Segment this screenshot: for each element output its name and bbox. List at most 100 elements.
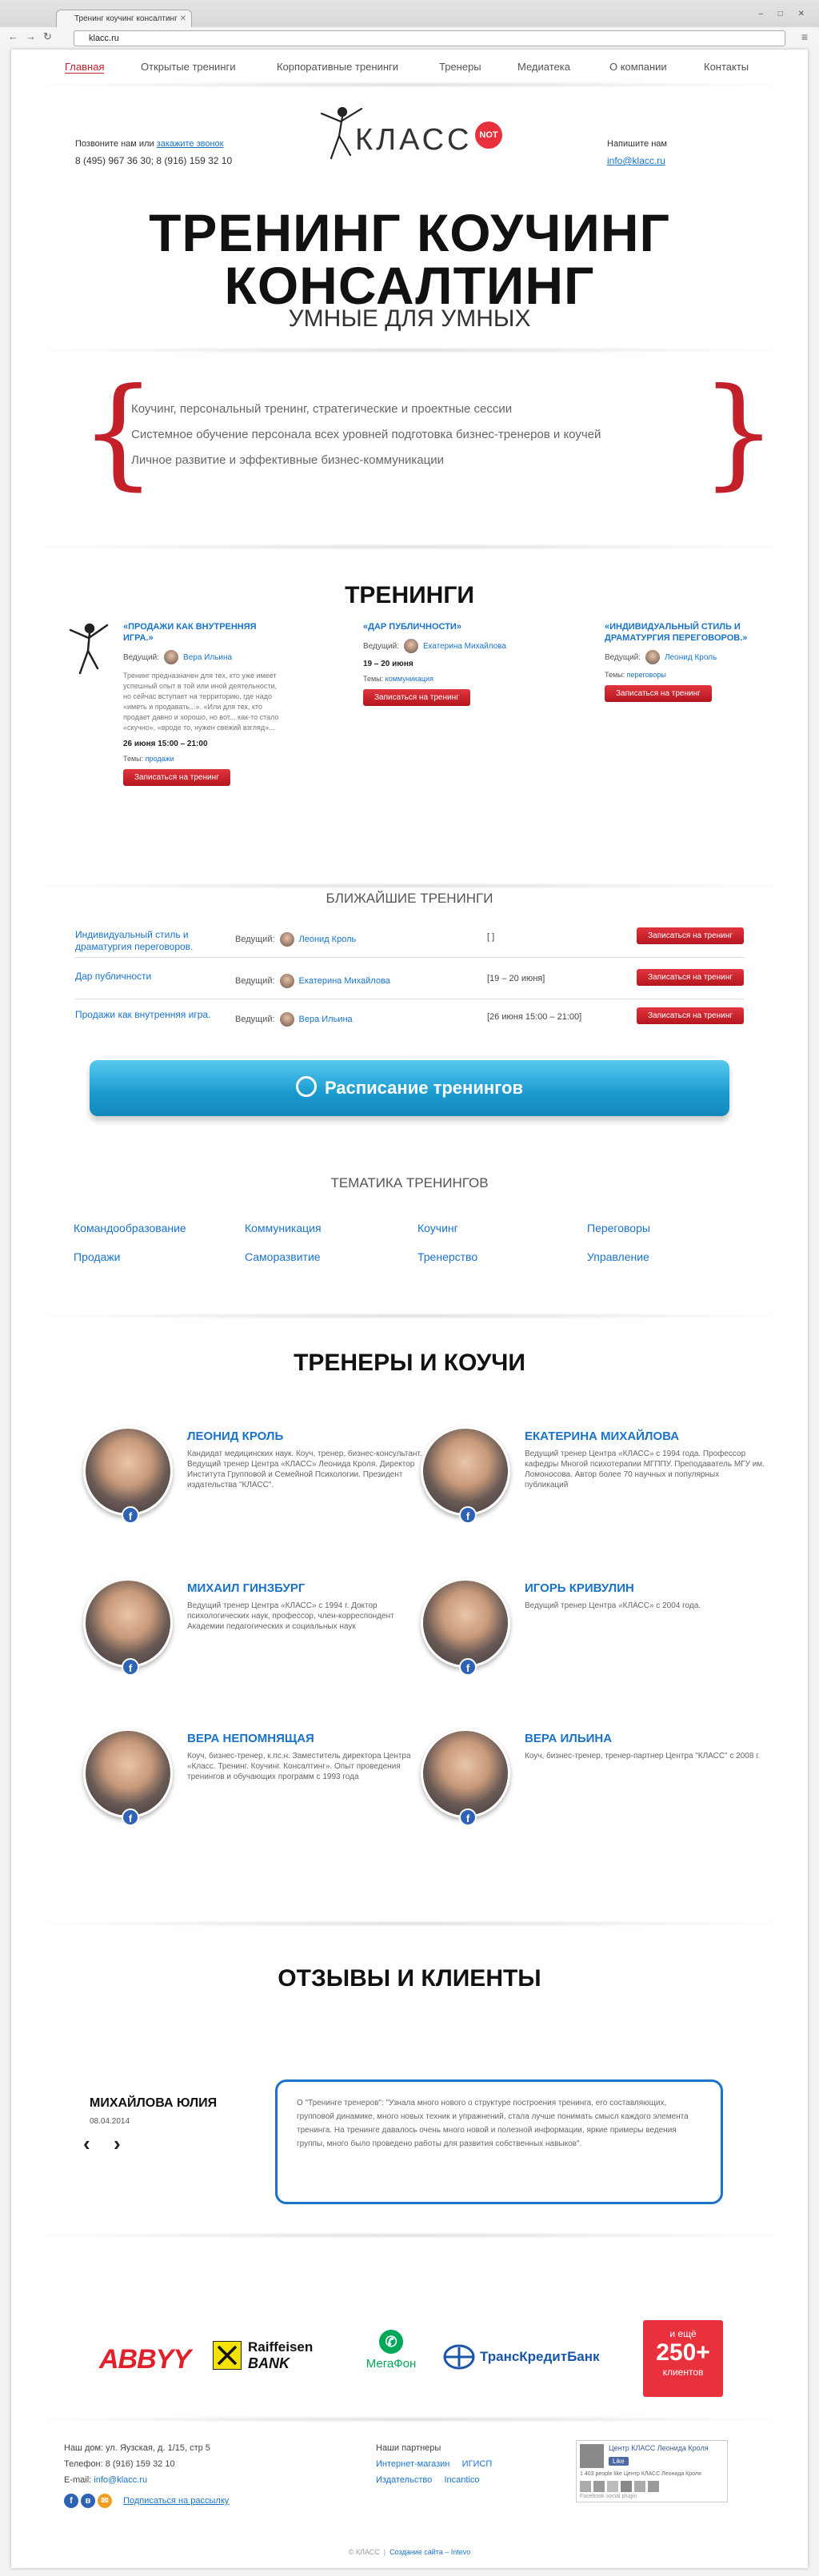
trainer-name[interactable]: ЕКАТЕРИНА МИХАЙЛОВА bbox=[525, 1430, 679, 1443]
trainer-name[interactable]: ВЕРА ИЛЬИНА bbox=[525, 1732, 612, 1745]
nav-contacts[interactable]: Контакты bbox=[704, 61, 749, 73]
hero-title-line1: ТРЕНИНГ КОУЧИНГ bbox=[149, 203, 670, 262]
training-card-title[interactable]: «ДАР ПУБЛИЧНОСТИ» bbox=[363, 621, 523, 632]
partner-link[interactable]: Интернет-магазин bbox=[376, 2459, 449, 2469]
facebook-icon[interactable]: f bbox=[459, 1658, 477, 1676]
signup-button[interactable]: Записаться на тренинг bbox=[637, 969, 744, 986]
topic-link[interactable]: Продажи bbox=[74, 1250, 120, 1263]
back-icon[interactable]: ← bbox=[8, 30, 18, 42]
fb-like-button[interactable]: Like bbox=[609, 2457, 629, 2466]
trainer-photo[interactable] bbox=[421, 1578, 510, 1668]
topic-link[interactable]: продажи bbox=[146, 755, 174, 763]
training-date: 26 июня 15:00 – 21:00 bbox=[123, 740, 208, 748]
facebook-icon[interactable]: f bbox=[64, 2494, 78, 2509]
address-bar[interactable]: klacc.ru bbox=[74, 30, 785, 46]
nav-home[interactable]: Главная bbox=[65, 61, 105, 74]
nav-corporate-trainings[interactable]: Корпоративные тренинги bbox=[277, 61, 398, 73]
more-clients-prefix: и ещё bbox=[669, 2328, 697, 2339]
developer-link[interactable]: Создание сайта – Intevo bbox=[390, 2548, 470, 2556]
web-page: Главная Открытые тренинги Корпоративные … bbox=[11, 50, 808, 2568]
avatar bbox=[279, 974, 294, 988]
nav-open-trainings[interactable]: Открытые тренинги bbox=[141, 61, 236, 73]
hero-subtitle: УМНЫЕ ДЛЯ УМНЫХ bbox=[288, 305, 531, 332]
trainer-bio: Ведущий тренер Центра «КЛАСС» с 2004 год… bbox=[525, 1601, 701, 1610]
upcoming-date: [ ] bbox=[487, 932, 495, 942]
trainings-title: ТРЕНИНГИ bbox=[345, 582, 474, 608]
training-card-title[interactable]: «ПРОДАЖИ КАК ВНУТРЕННЯЯ ИГРА.» bbox=[123, 621, 283, 644]
trainer-name[interactable]: МИХАИЛ ГИНЗБУРГ bbox=[187, 1581, 305, 1595]
signup-button[interactable]: Записаться на тренинг bbox=[637, 927, 744, 944]
fb-page-avatar bbox=[580, 2444, 604, 2468]
rss-icon[interactable]: ✉ bbox=[98, 2494, 112, 2509]
reload-icon[interactable]: ↻ bbox=[43, 30, 52, 43]
signup-button[interactable]: Записаться на тренинг bbox=[123, 769, 230, 786]
topic-link[interactable]: Командообразование bbox=[74, 1222, 186, 1234]
partner-link[interactable]: Incantico bbox=[444, 2475, 479, 2485]
more-clients-badge[interactable]: и ещё 250+ клиентов bbox=[643, 2320, 723, 2397]
nav-about[interactable]: О компании bbox=[609, 61, 667, 73]
header-email-link[interactable]: info@klacc.ru bbox=[607, 155, 665, 166]
leader-link[interactable]: Леонид Кроль bbox=[665, 653, 717, 662]
trainer-photo[interactable] bbox=[83, 1729, 173, 1818]
trainer-photo[interactable] bbox=[421, 1729, 510, 1818]
facebook-icon[interactable]: f bbox=[459, 1506, 477, 1524]
trainer-photo[interactable] bbox=[83, 1426, 173, 1516]
trainer-card: f ВЕРА ИЛЬИНА Коуч, бизнес-тренер, трене… bbox=[421, 1729, 773, 1840]
topic-link[interactable]: Коммуникация bbox=[245, 1222, 322, 1234]
partner-link[interactable]: Издательство bbox=[376, 2475, 432, 2485]
browser-menu-icon[interactable]: ≡ bbox=[801, 30, 808, 43]
nav-media[interactable]: Медиатека bbox=[517, 61, 570, 73]
upcoming-name-link[interactable]: Дар публичности bbox=[75, 971, 235, 983]
topic-link[interactable]: Тренерство bbox=[417, 1250, 477, 1263]
topic-link[interactable]: Саморазвитие bbox=[245, 1250, 321, 1263]
topic-link[interactable]: переговоры bbox=[627, 671, 666, 679]
prev-arrow-icon[interactable]: ‹ bbox=[83, 2131, 90, 2156]
avatar bbox=[645, 650, 661, 664]
leader-link[interactable]: Екатерина Михайлова bbox=[423, 642, 506, 651]
signup-button[interactable]: Записаться на тренинг bbox=[605, 685, 712, 702]
tab-close-icon[interactable]: ✕ bbox=[180, 10, 186, 27]
trainer-photo[interactable] bbox=[83, 1578, 173, 1668]
footer-email-link[interactable]: info@klacc.ru bbox=[94, 2475, 147, 2485]
upcoming-name-link[interactable]: Индивидуальный стиль и драматургия перег… bbox=[75, 929, 235, 953]
upcoming-name-link[interactable]: Продажи как внутренняя игра. bbox=[75, 1009, 235, 1021]
next-arrow-icon[interactable]: › bbox=[114, 2131, 121, 2156]
topic-link[interactable]: Переговоры bbox=[587, 1222, 650, 1234]
forward-icon[interactable]: → bbox=[26, 30, 36, 42]
service-item: Коучинг, персональный тренинг, стратегич… bbox=[131, 402, 513, 416]
avatar bbox=[634, 2481, 645, 2492]
topic-link[interactable]: Управление bbox=[587, 1250, 649, 1263]
training-card-title[interactable]: «ИНДИВИДУАЛЬНЫЙ СТИЛЬ И ДРАМАТУРГИЯ ПЕРЕ… bbox=[605, 621, 765, 644]
schedule-button[interactable]: Расписание тренингов bbox=[90, 1060, 729, 1116]
partner-link[interactable]: ИГИСП bbox=[462, 2459, 493, 2469]
leader-link[interactable]: Вера Ильина bbox=[299, 1015, 353, 1024]
facebook-icon[interactable]: f bbox=[459, 1808, 477, 1826]
clock-icon bbox=[296, 1076, 318, 1098]
leader-link[interactable]: Вера Ильина bbox=[183, 653, 232, 662]
crossed-horses-icon bbox=[217, 2345, 238, 2366]
leader-link[interactable]: Екатерина Михайлова bbox=[299, 976, 390, 986]
trainer-photo[interactable] bbox=[421, 1426, 510, 1516]
raiffeisen-text: Raiffeisen bbox=[248, 2339, 314, 2355]
trainer-name[interactable]: ЛЕОНИД КРОЛЬ bbox=[187, 1430, 283, 1443]
facebook-icon[interactable]: f bbox=[122, 1506, 139, 1524]
order-call-link[interactable]: закажите звонок bbox=[157, 139, 224, 149]
signup-button[interactable]: Записаться на тренинг bbox=[637, 1007, 744, 1024]
trainer-name[interactable]: ВЕРА НЕПОМНЯЩАЯ bbox=[187, 1732, 314, 1745]
fb-page-name[interactable]: Центр КЛАСС Леонида Кроля bbox=[609, 2444, 725, 2453]
trainer-name[interactable]: ИГОРЬ КРИВУЛИН bbox=[525, 1581, 634, 1595]
topic-link[interactable]: коммуникация bbox=[386, 675, 433, 683]
subscribe-link[interactable]: Подписаться на рассылку bbox=[123, 2496, 229, 2506]
leader-link[interactable]: Леонид Кроль bbox=[299, 935, 357, 944]
trainer-bio: Коуч, бизнес-тренер, тренер-партнер Цент… bbox=[525, 1752, 761, 1761]
vk-icon[interactable]: в bbox=[81, 2494, 95, 2509]
nav-trainers[interactable]: Тренеры bbox=[439, 61, 481, 73]
topic-link[interactable]: Коучинг bbox=[417, 1222, 458, 1234]
browser-tab[interactable]: Тренинг коучинг консалтинг ✕ bbox=[56, 10, 192, 27]
facebook-icon[interactable]: f bbox=[122, 1658, 139, 1676]
facebook-icon[interactable]: f bbox=[122, 1808, 139, 1826]
footer-copyright: © КЛАСС | Создание сайта – Intevo bbox=[348, 2548, 471, 2556]
window-controls[interactable]: – □ ✕ bbox=[758, 10, 811, 18]
site-logo[interactable]: КЛАСС NOT bbox=[315, 99, 507, 171]
signup-button[interactable]: Записаться на тренинг bbox=[363, 689, 470, 706]
